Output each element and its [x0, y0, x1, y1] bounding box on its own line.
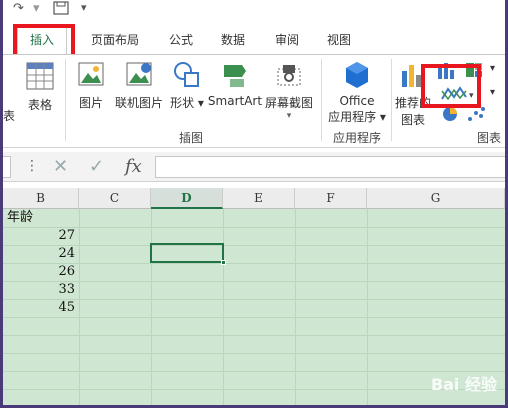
formula-bar-options-icon[interactable]: ⋮ [25, 158, 39, 174]
group-label-charts: 图表 [477, 131, 502, 145]
ribbon-tabs: 插入 页面布局 公式 数据 审阅 视图 [3, 22, 505, 54]
column-header-d[interactable]: D [151, 188, 223, 209]
table-button[interactable]: 表格 [23, 61, 57, 113]
tab-page-layout[interactable]: 页面布局 [79, 29, 151, 51]
ribbon-separator [65, 59, 66, 141]
more-charts-dropdown-icon[interactable]: ▾ [490, 87, 495, 98]
tab-view[interactable]: 视图 [317, 29, 361, 51]
quick-access-toolbar: ↷ ▾ ▾ [3, 0, 505, 22]
tab-formulas[interactable]: 公式 [159, 29, 203, 51]
office-label: Office [339, 94, 375, 108]
recommended-label-2: 图表 [400, 113, 425, 127]
column-header-g[interactable]: G [367, 188, 505, 209]
excel-window: ↷ ▾ ▾ 插入 页面布局 公式 数据 审阅 视图 表 表格 图片 联机图片 形… [3, 0, 505, 405]
cell-b3[interactable]: 24 [3, 245, 75, 263]
shapes-icon [174, 62, 199, 87]
online-picture-label: 联机图片 [114, 96, 163, 110]
fill-handle[interactable] [221, 260, 226, 265]
picture-button[interactable]: 图片 [73, 59, 109, 111]
picture-label: 图片 [78, 96, 103, 110]
insert-function-icon[interactable]: fx [125, 156, 142, 177]
screenshot-label: 屏幕截图 [264, 96, 313, 110]
formula-bar: ⋮ ✕ ✓ fx [3, 152, 505, 182]
cell-b6[interactable]: 45 [3, 299, 75, 317]
table-label: 表格 [27, 98, 52, 112]
name-box[interactable] [3, 156, 11, 178]
qat-dropdown-icon[interactable]: ▾ [33, 1, 40, 16]
column-line [367, 209, 368, 405]
redo-icon[interactable]: ↷ [13, 1, 24, 16]
scatter-chart-button[interactable] [465, 105, 487, 126]
column-header-c[interactable]: C [79, 188, 151, 209]
smartart-button[interactable]: SmartArt [207, 59, 263, 108]
customize-qat-icon[interactable]: ▾ [81, 1, 87, 14]
tab-data[interactable]: 数据 [211, 29, 255, 51]
column-header-f[interactable]: F [295, 188, 367, 209]
column-line [295, 209, 296, 405]
formula-input[interactable] [155, 156, 505, 178]
watermark-text: Bai 经验 [430, 375, 497, 394]
screenshot-icon [277, 65, 301, 86]
tab-review[interactable]: 审阅 [265, 29, 309, 51]
table-icon [26, 62, 54, 90]
save-icon[interactable] [53, 1, 69, 19]
confirm-icon[interactable]: ✓ [89, 156, 104, 177]
online-picture-button[interactable]: 联机图片 [111, 59, 167, 111]
highlight-line-chart [421, 64, 481, 108]
cell-b4[interactable]: 26 [3, 263, 75, 281]
ribbon-separator [321, 59, 322, 141]
more-charts-dropdown-icon[interactable]: ▾ [490, 63, 495, 74]
group-label-apps: 应用程序 [333, 131, 382, 145]
pie-chart-button[interactable] [439, 105, 461, 126]
cell-b1[interactable]: 年龄 [7, 209, 33, 227]
online-picture-icon [126, 62, 152, 86]
office-apps-label: 应用程序 ▾ [328, 110, 386, 124]
smartart-label: SmartArt [207, 94, 263, 108]
active-cell-d3[interactable] [150, 243, 226, 265]
ribbon-partial-label: 表 [3, 109, 16, 123]
column-line [151, 209, 152, 405]
office-store-icon [346, 62, 368, 88]
ribbon-separator [391, 59, 392, 141]
screenshot-dropdown-icon: ▾ [286, 111, 292, 121]
shapes-label: 形状 ▾ [170, 96, 204, 110]
cell-b5[interactable]: 33 [3, 281, 75, 299]
office-apps-button[interactable]: Office 应用程序 ▾ [325, 59, 389, 125]
worksheet-grid[interactable]: B C D E F G 年龄 27 24 26 33 45 Bai 经验 [3, 188, 505, 405]
smartart-icon [224, 65, 246, 87]
group-label-illustrations: 插图 [179, 131, 204, 145]
cell-b2[interactable]: 27 [3, 227, 75, 245]
picture-icon [78, 62, 104, 86]
column-header-b[interactable]: B [3, 188, 79, 209]
column-header-e[interactable]: E [223, 188, 295, 209]
cancel-icon[interactable]: ✕ [53, 156, 68, 177]
shapes-button[interactable]: 形状 ▾ [169, 59, 205, 111]
column-line [79, 209, 80, 405]
screenshot-button[interactable]: 屏幕截图 ▾ [263, 59, 315, 121]
column-line [223, 209, 224, 405]
